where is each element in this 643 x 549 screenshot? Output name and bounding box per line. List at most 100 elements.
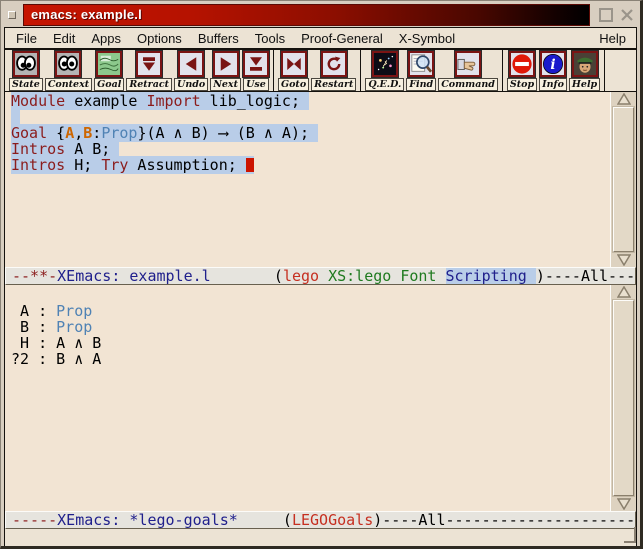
window-title: emacs: example.l [23, 4, 590, 26]
resize-grip[interactable] [624, 527, 636, 543]
toolbar-button-help[interactable]: Help [569, 51, 600, 91]
scrollbar-thumb[interactable] [613, 300, 634, 496]
toolbar-button-stop[interactable]: Stop [507, 51, 537, 91]
modeline-token: ( [238, 511, 292, 529]
toolbar-button-label: Q.E.D. [365, 78, 404, 91]
toolbar-button-info[interactable]: iInfo [539, 51, 567, 91]
highlight-region: Module example Import lib_logic; [11, 92, 309, 110]
buffer-line: H : A ∧ B [11, 335, 636, 351]
buffer-line: Intros H; Try Assumption; [11, 157, 636, 173]
goals-buffer[interactable]: A : Prop B : Prop H : A ∧ B?2 : B ∧ A [5, 285, 636, 511]
scrollbar-up-arrow-icon[interactable] [611, 285, 636, 299]
menu-item-edit[interactable]: Edit [45, 31, 83, 46]
toolbar-button-label: Find [406, 78, 436, 91]
buffer-line: Module example Import lib_logic; [11, 93, 636, 109]
code-token: lib_logic; [201, 92, 309, 110]
menu-item-tools[interactable]: Tools [247, 31, 293, 46]
toolbar-button-label: Retract [126, 78, 172, 91]
menu-item-proof-general[interactable]: Proof-General [293, 31, 391, 46]
toolbar-button-label: Goal [94, 78, 124, 91]
window-menu-button[interactable] [8, 11, 16, 19]
script-scrollbar[interactable] [610, 92, 636, 267]
code-token: Assumption; [128, 156, 245, 174]
code-token: Try [101, 156, 128, 174]
menu-item-x-symbol[interactable]: X-Symbol [391, 31, 463, 46]
code-token: Intros [11, 156, 65, 174]
toolbar-button-label: Stop [507, 78, 537, 91]
toolbar-button-label: State [9, 78, 43, 91]
script-buffer-text: Module example Import lib_logic; Goal {A… [11, 93, 636, 173]
text-cursor [246, 158, 254, 172]
close-icon[interactable] [620, 8, 634, 22]
svg-text:i: i [550, 57, 555, 73]
scrollbar-track[interactable] [613, 107, 634, 252]
maximize-icon[interactable] [599, 8, 613, 22]
toolbar-button-state[interactable]: State [9, 51, 43, 91]
buffer-line: B : Prop [11, 319, 636, 335]
toolbar-button-restart[interactable]: Restart [311, 51, 356, 91]
scrollbar-down-arrow-icon[interactable] [611, 497, 636, 511]
triangle-right-icon [213, 51, 239, 77]
goals-modeline: -----XEmacs: *lego-goals* (LEGOGoals)---… [5, 511, 636, 529]
toolbar-button-command[interactable]: Command [438, 51, 498, 91]
script-buffer[interactable]: Module example Import lib_logic; Goal {A… [5, 92, 636, 267]
toolbar-button-use[interactable]: Use [243, 51, 269, 91]
modeline-token: lego [283, 267, 319, 285]
modeline-token: ----- [12, 511, 57, 529]
menu-item-options[interactable]: Options [129, 31, 190, 46]
goals-scrollbar[interactable] [610, 285, 636, 511]
titlebar-row: emacs: example.l [4, 4, 637, 26]
goto-bowtie-icon [281, 51, 307, 77]
toolbar-button-find[interactable]: Find [406, 51, 436, 91]
no-entry-icon [509, 51, 535, 77]
toolbar-button-undo[interactable]: Undo [174, 51, 208, 91]
toolbar-button-q-e-d[interactable]: Q.E.D. [365, 51, 404, 91]
modeline-token: ( [211, 267, 283, 285]
fireworks-icon [372, 51, 398, 77]
scrollbar-track[interactable] [613, 300, 634, 496]
restart-arrows-icon [321, 51, 347, 77]
code-token: }(A ∧ B) ⟶ (B ∧ A); [137, 124, 318, 142]
toolbar-button-label: Next [210, 78, 241, 91]
menu-bar: FileEditAppsOptionsBuffersToolsProof-Gen… [5, 28, 636, 50]
scrollbar-down-arrow-icon[interactable] [611, 253, 636, 267]
menu-item-buffers[interactable]: Buffers [190, 31, 247, 46]
modeline-token [319, 267, 328, 285]
echo-area[interactable] [5, 529, 636, 548]
toolbar-button-label: Use [243, 78, 269, 91]
pointing-hand-icon [455, 51, 481, 77]
modeline-token: XEmacs: *lego-goals* [57, 511, 238, 529]
menu-item-apps[interactable]: Apps [83, 31, 129, 46]
toolbar-button-goto[interactable]: Goto [278, 51, 309, 91]
toolbar-button-retract[interactable]: Retract [126, 51, 172, 91]
modeline-token: --**- [12, 267, 57, 285]
toolbar-button-goal[interactable]: Goal [94, 51, 124, 91]
toolbar-button-label: Command [438, 78, 498, 91]
info-circle-icon: i [540, 51, 566, 77]
goals-buffer-text: A : Prop B : Prop H : A ∧ B?2 : B ∧ A [11, 287, 636, 367]
scrollbar-thumb[interactable] [613, 107, 634, 252]
toolbar-button-context[interactable]: Context [45, 51, 92, 91]
retract-icon [136, 51, 162, 77]
buffer-line [11, 287, 636, 303]
menu-item-help[interactable]: Help [592, 31, 633, 46]
eyes-icon [13, 51, 39, 77]
menu-item-file[interactable]: File [8, 31, 45, 46]
toolbar-button-next[interactable]: Next [210, 51, 241, 91]
xemacs-window: emacs: example.l FileEditAppsOptionsBuff… [0, 0, 643, 549]
highlight-region: Intros H; Try Assumption; [11, 156, 254, 174]
scrollbar-up-arrow-icon[interactable] [611, 92, 636, 106]
toolbar-separator [502, 50, 503, 91]
modeline-token: )----All-------- [536, 267, 636, 285]
buffer-line [11, 109, 636, 125]
officer-icon [572, 51, 598, 77]
code-token: example [65, 92, 146, 110]
toolbar: StateContextGoalRetractUndoNextUse GotoRe… [5, 50, 636, 92]
buffer-line: Intros A B; [11, 141, 636, 157]
toolbar-separator [360, 50, 361, 91]
magnifier-icon [408, 51, 434, 77]
toolbar-button-label: Goto [278, 78, 309, 91]
buffer-line: ?2 : B ∧ A [11, 351, 636, 367]
modeline-token: LEGOGoals [292, 511, 373, 529]
toolbar-separator [604, 50, 605, 91]
